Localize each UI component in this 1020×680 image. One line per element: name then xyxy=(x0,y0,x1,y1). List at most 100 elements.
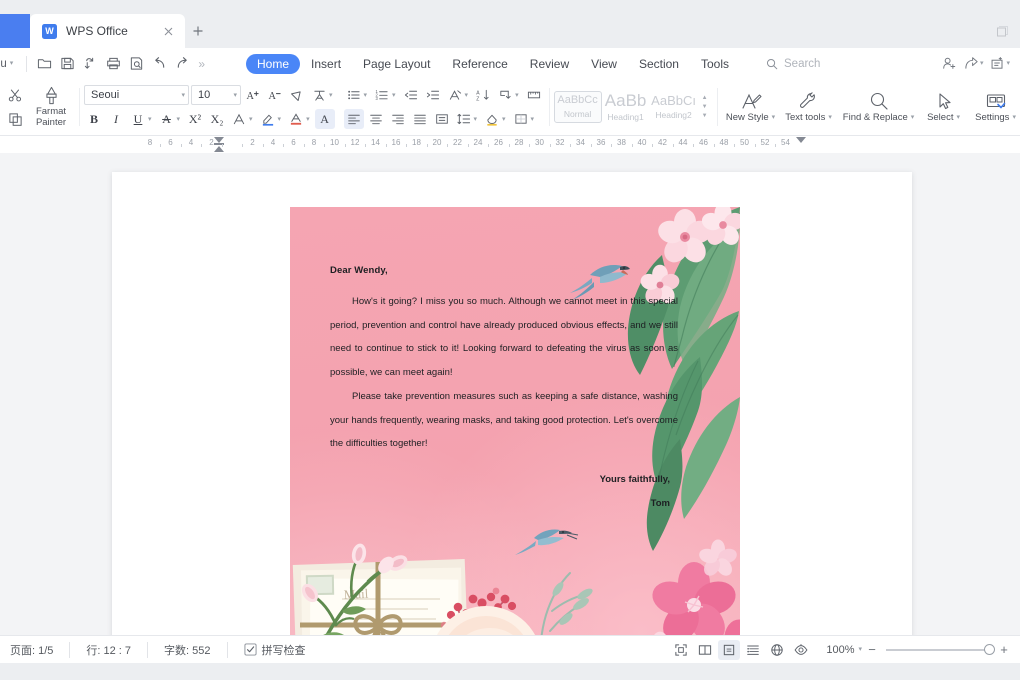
strikethrough-button[interactable]: A xyxy=(157,109,177,129)
document-page[interactable]: Mail Dear Wendy, How's it going? I miss … xyxy=(112,172,912,635)
tab-section[interactable]: Section xyxy=(628,54,690,74)
save-icon[interactable] xyxy=(57,53,78,74)
pinyin-guide-icon[interactable] xyxy=(309,85,329,105)
letter-text-body[interactable]: Dear Wendy, How's it going? I miss you s… xyxy=(330,265,678,516)
subscript-button[interactable]: X₂ xyxy=(207,109,227,129)
text-layout-control[interactable]: ▾ xyxy=(445,85,472,105)
tab-view[interactable]: View xyxy=(580,54,628,74)
tab-insert[interactable]: Insert xyxy=(300,54,352,74)
italic-button[interactable]: I xyxy=(106,109,126,129)
bulleted-list-icon[interactable] xyxy=(344,85,364,105)
line-spacing-icon[interactable] xyxy=(454,109,474,129)
scissors-icon[interactable] xyxy=(5,85,26,106)
style-heading2[interactable]: AaBbCı Heading2 xyxy=(650,91,698,123)
zoom-slider-handle[interactable] xyxy=(984,643,995,655)
horizontal-ruler[interactable]: 8 6 4 2 2 4 6 8 10 12 14 16 18 20 22 24 26 28 30 32 34 36 38 40… xyxy=(0,136,1020,153)
chevron-down-icon[interactable]: ▾ xyxy=(474,115,481,123)
highlight-icon[interactable] xyxy=(258,109,278,129)
clear-formatting-icon[interactable] xyxy=(287,85,307,105)
highlight-control[interactable]: ▾ xyxy=(258,109,285,129)
select-button[interactable]: Select ▾ xyxy=(920,89,968,126)
strikethrough-control[interactable]: A ▾ xyxy=(157,109,184,129)
align-left-icon[interactable] xyxy=(343,109,364,129)
zoom-slider[interactable] xyxy=(886,643,995,655)
print-icon[interactable] xyxy=(103,53,124,74)
numbering-control[interactable]: 123 ▾ xyxy=(372,85,399,105)
tab-home[interactable]: Home xyxy=(246,53,301,74)
main-menu-button[interactable]: nu ▾ xyxy=(0,58,19,70)
page-indicator[interactable]: 页面: 1/5 xyxy=(8,642,62,658)
chevron-down-icon[interactable]: ▾ xyxy=(531,115,538,123)
increase-indent-icon[interactable] xyxy=(423,85,443,105)
page-icon[interactable] xyxy=(718,639,741,660)
chevron-down-icon[interactable]: ▾ xyxy=(177,115,184,123)
globe-icon[interactable] xyxy=(766,640,788,660)
redo-icon[interactable] xyxy=(172,53,193,74)
book-icon[interactable] xyxy=(694,640,716,660)
style-scroll-down-button[interactable]: ▼ xyxy=(700,103,710,111)
zoom-level[interactable]: 100% xyxy=(826,644,854,656)
chevron-down-icon[interactable]: ▾ xyxy=(502,115,509,123)
style-heading1[interactable]: AaBb Heading1 xyxy=(602,91,650,123)
font-color-control[interactable]: ▾ xyxy=(286,109,313,129)
chevron-down-icon[interactable]: ▾ xyxy=(392,91,399,99)
style-normal[interactable]: AaBbCc Normal xyxy=(553,91,602,123)
decrease-indent-icon[interactable] xyxy=(401,85,421,105)
find-replace-button[interactable]: Find & Replace ▾ xyxy=(838,89,920,126)
style-gallery-more-button[interactable]: ▼ xyxy=(700,112,710,120)
superscript-button[interactable]: X² xyxy=(185,109,205,129)
borders-icon[interactable] xyxy=(511,109,531,129)
settings-button[interactable]: Settings ▾ xyxy=(968,89,1020,126)
share-icon[interactable]: ▾ xyxy=(962,53,986,74)
grow-font-icon[interactable]: A xyxy=(243,85,263,105)
show-formatting-marks-icon[interactable] xyxy=(495,85,515,105)
tab-reference[interactable]: Reference xyxy=(441,54,518,74)
underline-control[interactable]: U ▾ xyxy=(128,109,155,129)
chevron-down-icon[interactable]: ▾ xyxy=(858,646,862,653)
document-tab[interactable]: W WPS Office xyxy=(30,14,185,48)
restore-window-icon[interactable] xyxy=(984,14,1020,48)
font-family-select[interactable]: Seoui ▾ xyxy=(84,85,189,105)
copy-icon[interactable] xyxy=(5,109,26,130)
quick-access-more-button[interactable]: » xyxy=(195,57,208,71)
style-scroll-up-button[interactable]: ▲ xyxy=(700,94,710,102)
document-tools-icon[interactable]: ▾ xyxy=(988,53,1012,74)
pinyin-guide-control[interactable]: ▾ xyxy=(309,85,336,105)
eye-icon[interactable] xyxy=(790,640,812,660)
document-canvas[interactable]: Mail Dear Wendy, How's it going? I miss … xyxy=(0,153,1020,635)
chevron-down-icon[interactable]: ▾ xyxy=(515,91,522,99)
bullets-control[interactable]: ▾ xyxy=(344,85,371,105)
close-icon[interactable] xyxy=(160,23,177,40)
zoom-in-button[interactable]: + xyxy=(996,643,1012,656)
print-preview-icon[interactable] xyxy=(126,53,147,74)
chevron-down-icon[interactable]: ▾ xyxy=(278,115,285,123)
sync-icon[interactable] xyxy=(80,53,101,74)
align-center-icon[interactable] xyxy=(366,109,386,129)
sort-icon[interactable]: AZ xyxy=(473,85,493,105)
add-person-icon[interactable] xyxy=(940,53,959,74)
format-painter-button[interactable]: Farmat Painter xyxy=(28,83,74,131)
bold-button[interactable]: B xyxy=(84,109,104,129)
search-input[interactable]: Search xyxy=(766,58,820,70)
chevron-down-icon[interactable]: ▾ xyxy=(364,91,371,99)
numbered-list-icon[interactable]: 123 xyxy=(372,85,392,105)
font-color-icon[interactable] xyxy=(286,109,306,129)
tab-review[interactable]: Review xyxy=(519,54,580,74)
tab-page-layout[interactable]: Page Layout xyxy=(352,54,441,74)
justify-icon[interactable] xyxy=(410,109,430,129)
shading-control[interactable]: ▾ xyxy=(482,109,509,129)
show-formatting-marks-control[interactable]: ▾ xyxy=(495,85,522,105)
align-right-icon[interactable] xyxy=(388,109,408,129)
line-indicator[interactable]: 行: 12 : 7 xyxy=(77,642,140,658)
text-effects-control[interactable]: ▾ xyxy=(229,109,256,129)
chevron-down-icon[interactable]: ▾ xyxy=(329,91,336,99)
borders-control[interactable]: ▾ xyxy=(511,109,538,129)
undo-icon[interactable] xyxy=(149,53,170,74)
fullscreen-icon[interactable] xyxy=(670,640,692,660)
folder-open-icon[interactable] xyxy=(34,53,55,74)
new-style-button[interactable]: New Style ▾ xyxy=(722,89,780,126)
right-indent-marker[interactable] xyxy=(796,137,806,143)
outline-icon[interactable] xyxy=(742,640,764,660)
new-tab-button[interactable] xyxy=(185,14,211,48)
shading-icon[interactable] xyxy=(482,109,502,129)
